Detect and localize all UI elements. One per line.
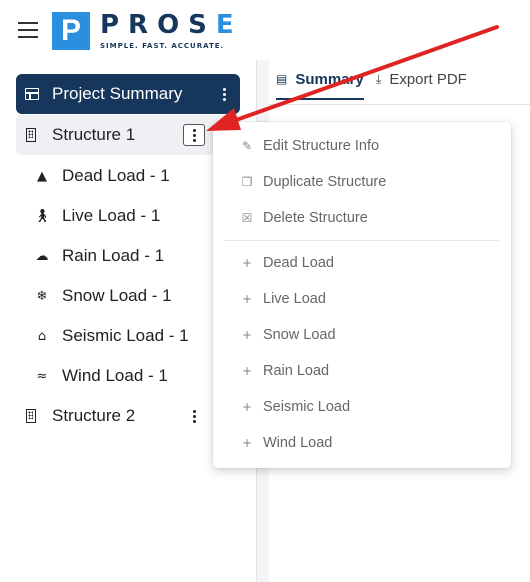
structure-1-more-icon[interactable] (183, 124, 205, 146)
logo-wordmark: PROSE (100, 10, 243, 40)
structure-2-label: Structure 2 (52, 406, 136, 425)
live-load-1-item[interactable]: 🚶︎ Live Load - 1 (34, 196, 160, 236)
project-summary-more-icon[interactable] (213, 83, 235, 105)
add-rain-load-menu-item[interactable]: + Rain Load (213, 355, 511, 387)
menu-divider (225, 240, 499, 241)
structure-context-menu: ✎ Edit Structure Info ❐ Duplicate Struct… (213, 122, 511, 468)
plus-icon: + (241, 436, 253, 450)
plus-icon: + (241, 256, 253, 270)
top-bar: P PROSE SIMPLE. FAST. ACCURATE. (0, 0, 530, 60)
edit-icon: ✎ (241, 139, 253, 153)
building-icon (26, 128, 36, 142)
plus-icon: + (241, 400, 253, 414)
download-icon: ⤓ (376, 71, 382, 86)
cloud-rain-icon: ☁ (35, 248, 49, 264)
logo-letter: P (52, 12, 90, 50)
structure-2-more-icon[interactable] (183, 405, 205, 427)
document-icon: ▤ (276, 72, 288, 86)
wind-load-1-item[interactable]: ≈ Wind Load - 1 (34, 356, 168, 396)
structure-1-label: Structure 1 (52, 125, 136, 144)
snowflake-icon: ❄ (36, 288, 48, 304)
wind-icon: ≈ (36, 368, 48, 384)
project-summary-item[interactable]: Project Summary (16, 74, 240, 114)
add-snow-load-menu-item[interactable]: + Snow Load (213, 319, 511, 351)
snow-load-1-item[interactable]: ❄ Snow Load - 1 (34, 276, 172, 316)
duplicate-structure-menu-item[interactable]: ❐ Duplicate Structure (213, 166, 511, 198)
plus-icon: + (241, 328, 253, 342)
weight-icon: ▲ (37, 168, 47, 184)
add-seismic-load-menu-item[interactable]: + Seismic Load (213, 391, 511, 423)
plus-icon: + (241, 364, 253, 378)
copy-icon: ❐ (241, 175, 253, 189)
add-wind-load-menu-item[interactable]: + Wind Load (213, 427, 511, 459)
logo-tagline: SIMPLE. FAST. ACCURATE. (100, 42, 225, 50)
table-icon (25, 88, 39, 100)
add-dead-load-menu-item[interactable]: + Dead Load (213, 247, 511, 279)
tab-bar: ▤ Summary ⤓ Export PDF (268, 60, 530, 105)
edit-structure-info-menu-item[interactable]: ✎ Edit Structure Info (213, 130, 511, 162)
add-live-load-menu-item[interactable]: + Live Load (213, 283, 511, 315)
prose-logo: P PROSE SIMPLE. FAST. ACCURATE. (52, 12, 243, 50)
structure-1-item[interactable]: Structure 1 (16, 115, 240, 155)
seismic-load-1-item[interactable]: ⌂ Seismic Load - 1 (34, 316, 189, 356)
delete-structure-menu-item[interactable]: ☒ Delete Structure (213, 202, 511, 234)
plus-icon: + (241, 292, 253, 306)
tab-summary[interactable]: ▤ Summary (276, 60, 364, 100)
dead-load-1-item[interactable]: ▲ Dead Load - 1 (34, 156, 170, 196)
project-summary-label: Project Summary (52, 84, 183, 103)
person-walking-icon: 🚶︎ (34, 208, 51, 224)
trash-icon: ☒ (241, 211, 253, 225)
tab-export-pdf[interactable]: ⤓ Export PDF (376, 60, 467, 98)
building-icon (26, 409, 36, 423)
rain-load-1-item[interactable]: ☁ Rain Load - 1 (34, 236, 165, 276)
house-quake-icon: ⌂ (37, 328, 47, 344)
hamburger-menu-icon[interactable] (18, 22, 38, 38)
structure-2-item[interactable]: Structure 2 (16, 396, 240, 436)
